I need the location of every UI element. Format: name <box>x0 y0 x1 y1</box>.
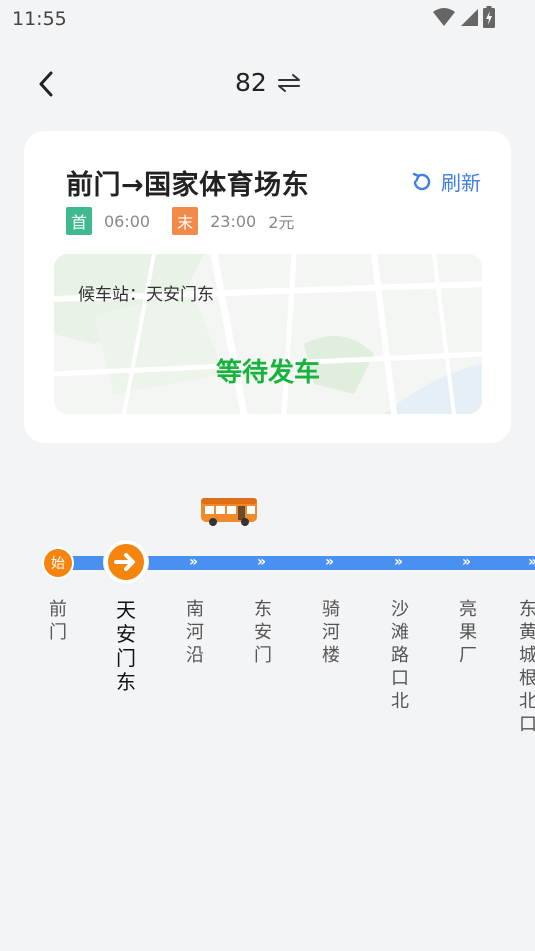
start-station-badge: 始 <box>42 547 74 579</box>
bus-status: 等待发车 <box>215 358 320 388</box>
swap-direction-icon <box>277 73 300 92</box>
route-switch-button[interactable]: 82 <box>235 68 301 97</box>
status-icons <box>433 6 495 28</box>
signal-icon <box>461 9 478 26</box>
stop-item[interactable]: 沙滩路口北 <box>388 598 412 713</box>
stop-item[interactable]: 骑河楼 <box>319 598 343 667</box>
direction-chevron-icon: » <box>325 554 335 570</box>
route-info-card: 前门→国家体育场东 刷新 首 06:00 末 23:00 2元 候车站：天安门东… <box>24 131 511 443</box>
direction-chevron-icon: » <box>394 554 404 570</box>
battery-icon <box>483 6 495 28</box>
stop-item[interactable]: 东安门 <box>251 598 275 667</box>
last-bus-tag: 末 <box>172 207 199 235</box>
bus-icon <box>201 498 257 526</box>
direction-chevron-icon: » <box>189 554 199 570</box>
stop-item[interactable]: 前门 <box>46 598 70 644</box>
refresh-icon <box>412 172 431 190</box>
last-bus-time: 23:00 <box>210 211 257 231</box>
direction-chevron-icon: » <box>528 554 535 570</box>
operating-times: 首 06:00 末 23:00 2元 <box>66 207 294 235</box>
header: 82 <box>0 56 535 112</box>
refresh-button[interactable]: 刷新 <box>411 167 481 196</box>
direction-chevron-icon: » <box>257 554 267 570</box>
back-arrow-icon <box>39 71 53 97</box>
map-preview: 候车站：天安门东 等待发车 <box>54 254 482 414</box>
route-number: 82 <box>235 68 267 97</box>
wifi-icon <box>433 8 455 26</box>
first-bus-time: 06:00 <box>104 211 151 231</box>
waiting-station: 候车站：天安门东 <box>78 285 214 305</box>
fare-price: 2元 <box>268 213 295 232</box>
stop-item-current[interactable]: 天安门东 <box>114 598 138 694</box>
first-bus-tag: 首 <box>66 207 92 235</box>
status-bar: 11:55 <box>0 0 535 38</box>
stop-item[interactable]: 亮果厂 <box>456 598 480 667</box>
map-background <box>54 254 482 414</box>
back-button[interactable] <box>28 66 64 102</box>
stop-item[interactable]: 南河沿 <box>183 598 207 667</box>
refresh-label: 刷新 <box>441 171 481 195</box>
direction-chevron-icon: » <box>462 554 472 570</box>
route-direction: 前门→国家体育场东 <box>66 170 310 201</box>
current-station-marker <box>104 540 148 584</box>
stop-item[interactable]: 东黄城根北口 <box>519 598 535 736</box>
arrow-right-icon <box>114 553 135 571</box>
status-time: 11:55 <box>12 8 67 30</box>
